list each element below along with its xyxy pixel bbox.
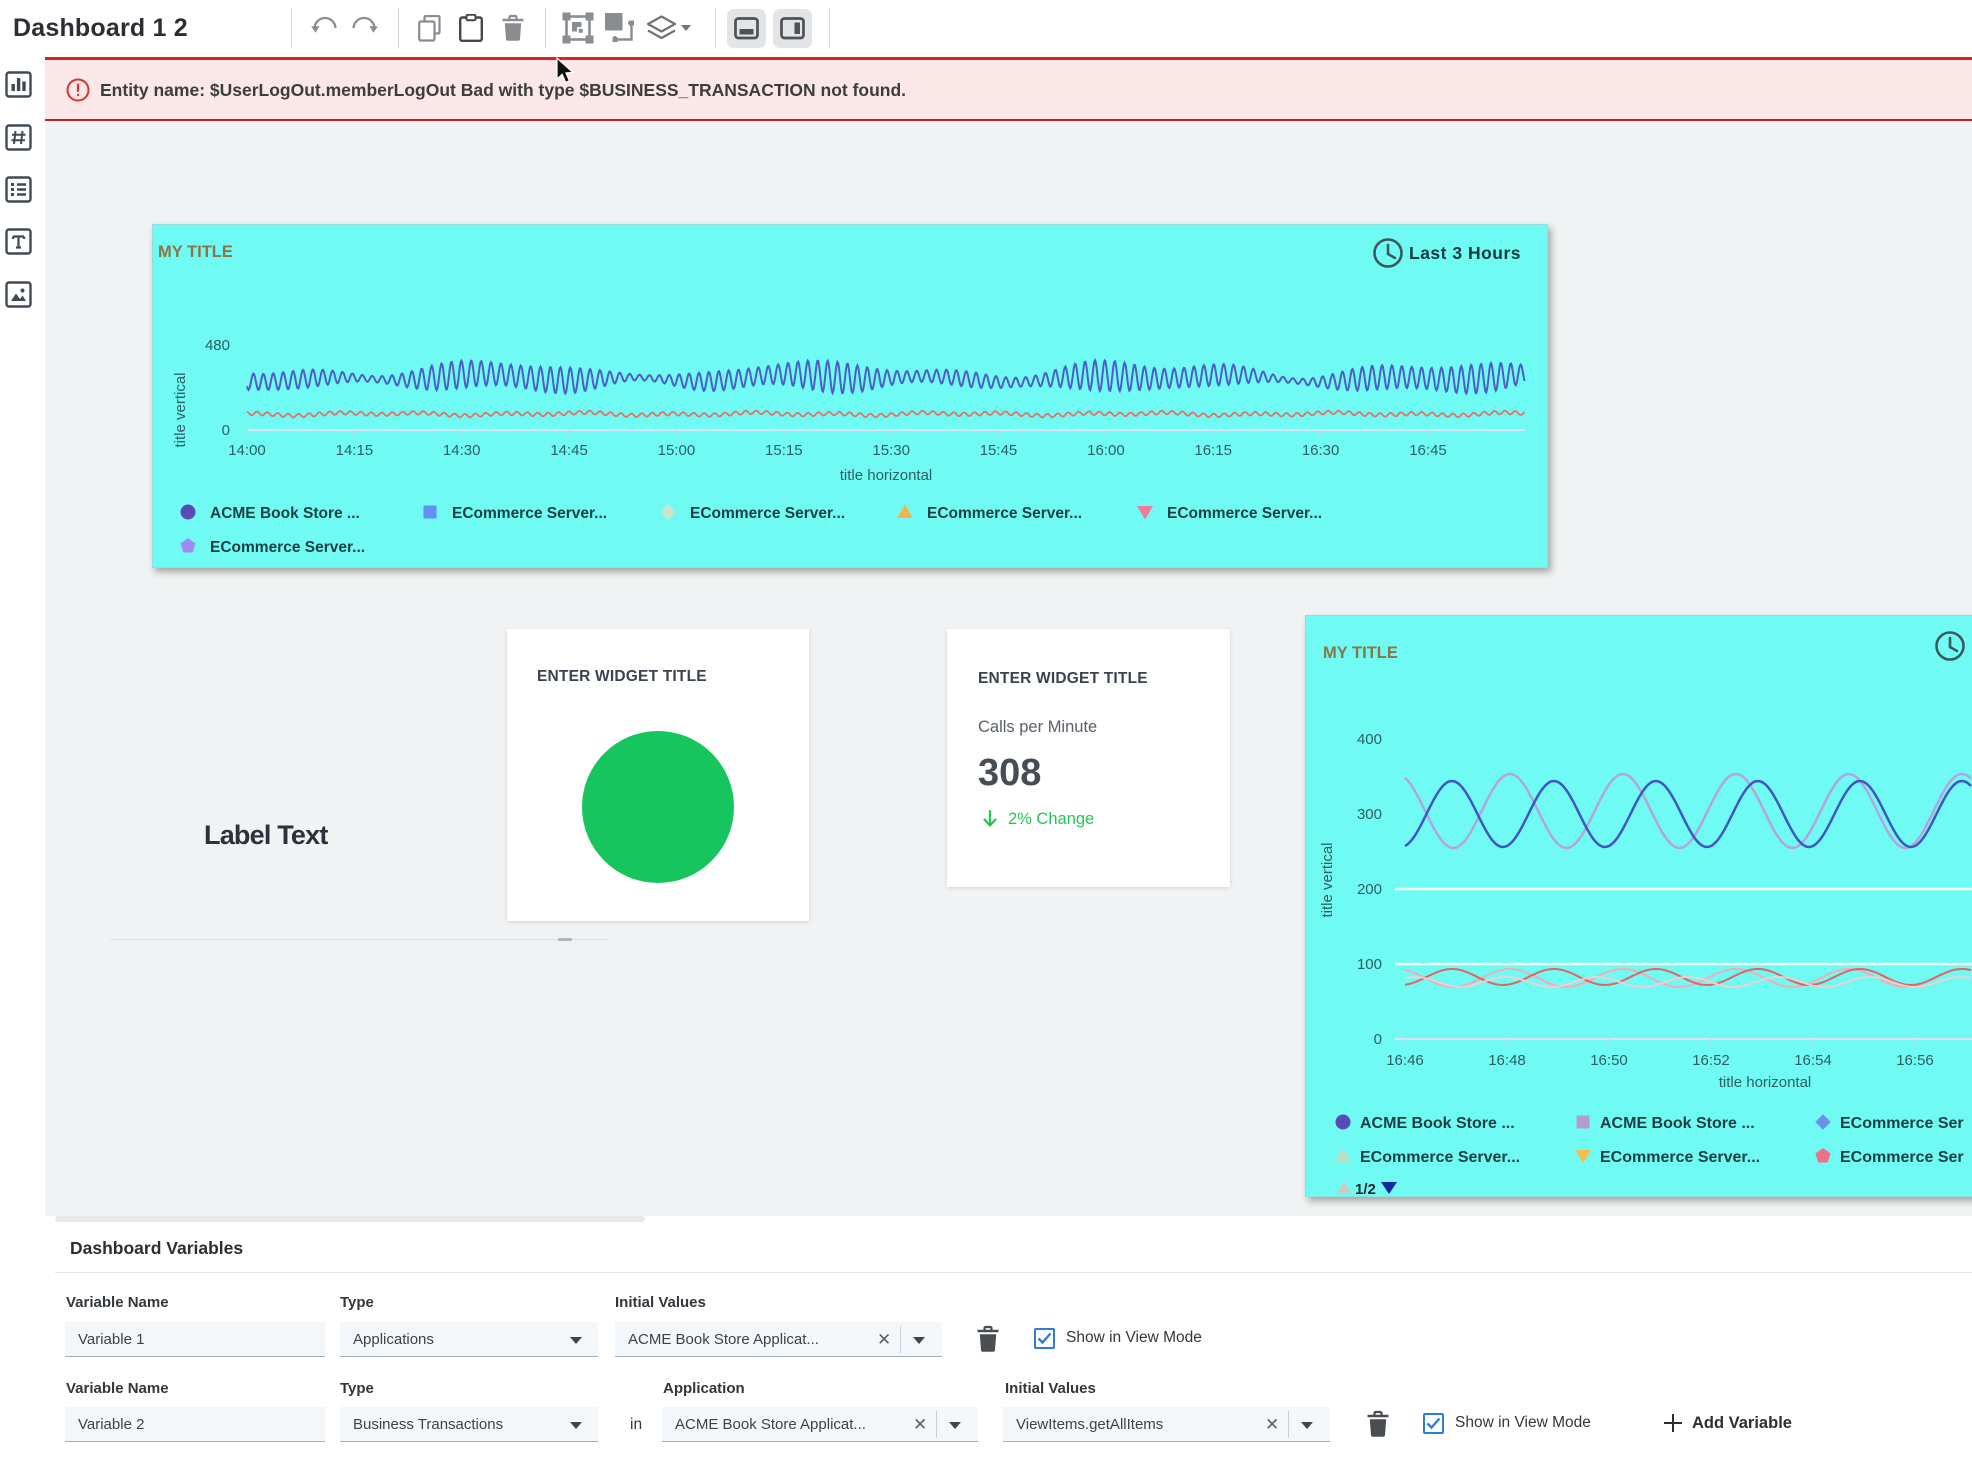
svg-text:title horizontal: title horizontal — [840, 467, 933, 484]
svg-text:16:45: 16:45 — [1409, 442, 1447, 459]
svg-text:14:45: 14:45 — [550, 442, 588, 459]
svg-text:16:50: 16:50 — [1590, 1052, 1628, 1069]
svg-text:15:30: 15:30 — [872, 442, 910, 459]
svg-text:ECommerce Server...: ECommerce Server... — [927, 505, 1082, 522]
svg-text:16:56: 16:56 — [1896, 1052, 1934, 1069]
svg-text:ECommerce Server...: ECommerce Server... — [1167, 505, 1322, 522]
svg-text:16:48: 16:48 — [1488, 1052, 1526, 1069]
svg-text:0: 0 — [222, 422, 230, 439]
svg-text:ACME Book Store ...: ACME Book Store ... — [1360, 1115, 1515, 1132]
svg-text:15:15: 15:15 — [765, 442, 803, 459]
svg-text:ECommerce Server...: ECommerce Server... — [1360, 1149, 1520, 1166]
svg-text:15:45: 15:45 — [980, 442, 1018, 459]
svg-text:ACME Book Store ...: ACME Book Store ... — [1600, 1115, 1755, 1132]
svg-text:Last 3 Hours: Last 3 Hours — [1409, 243, 1521, 263]
svg-text:1/2: 1/2 — [1355, 1181, 1376, 1197]
svg-text:14:00: 14:00 — [228, 442, 266, 459]
svg-text:480: 480 — [205, 337, 230, 354]
svg-text:16:54: 16:54 — [1794, 1052, 1832, 1069]
svg-text:16:00: 16:00 — [1087, 442, 1125, 459]
svg-text:title horizontal: title horizontal — [1719, 1074, 1812, 1091]
svg-text:16:46: 16:46 — [1386, 1052, 1424, 1069]
svg-text:MY TITLE: MY TITLE — [158, 243, 233, 261]
svg-text:0: 0 — [1374, 1031, 1382, 1048]
svg-text:200: 200 — [1357, 881, 1382, 898]
svg-text:16:52: 16:52 — [1692, 1052, 1730, 1069]
svg-text:16:15: 16:15 — [1194, 442, 1232, 459]
svg-text:100: 100 — [1357, 956, 1382, 973]
svg-text:ECommerce Server...: ECommerce Server... — [1600, 1149, 1760, 1166]
svg-text:MY TITLE: MY TITLE — [1323, 644, 1398, 662]
svg-text:300: 300 — [1357, 806, 1382, 823]
svg-text:ACME Book Store ...: ACME Book Store ... — [210, 505, 360, 522]
svg-text:ECommerce Server...: ECommerce Server... — [210, 539, 365, 556]
svg-text:ECommerce Server...: ECommerce Server... — [690, 505, 845, 522]
svg-text:ECommerce Ser: ECommerce Ser — [1840, 1115, 1964, 1132]
svg-text:title vertical: title vertical — [1319, 842, 1336, 917]
svg-text:15:00: 15:00 — [658, 442, 696, 459]
svg-text:14:15: 14:15 — [336, 442, 374, 459]
svg-text:ECommerce Ser: ECommerce Ser — [1840, 1149, 1964, 1166]
svg-text:16:30: 16:30 — [1302, 442, 1340, 459]
svg-text:ECommerce Server...: ECommerce Server... — [452, 505, 607, 522]
svg-text:14:30: 14:30 — [443, 442, 481, 459]
svg-text:400: 400 — [1357, 731, 1382, 748]
svg-text:title vertical: title vertical — [172, 372, 189, 447]
